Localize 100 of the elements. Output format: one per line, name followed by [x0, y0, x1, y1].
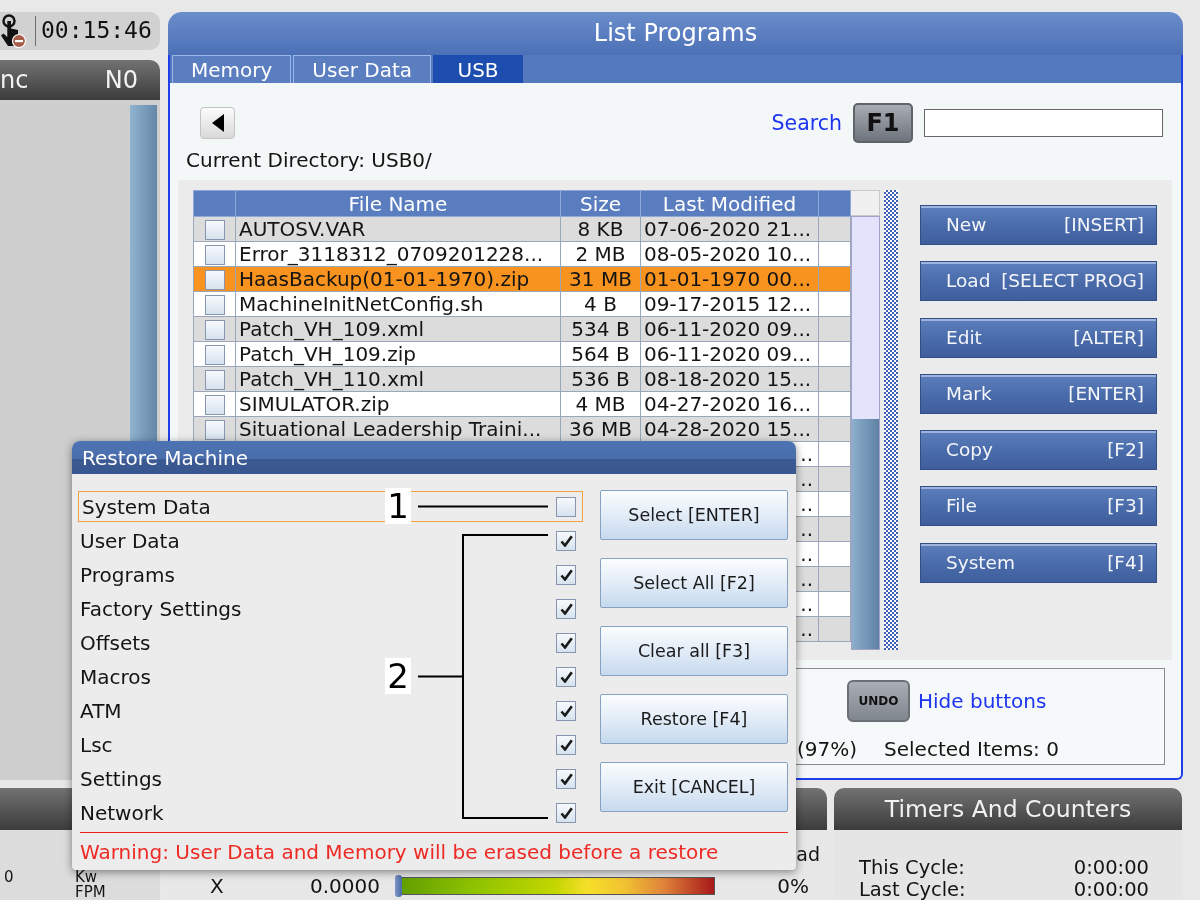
axis-label: X — [210, 874, 225, 898]
timer-label: Last Cycle: — [859, 878, 966, 900]
table-cell: Error_3118312_0709201228... — [235, 241, 561, 267]
item-checkbox[interactable] — [556, 802, 576, 823]
table-row[interactable]: Patch_VH_110.xml 536 B 08-18-2020 15... — [193, 366, 851, 392]
table-cell: 01-01-1970 00... — [640, 266, 819, 292]
action-button[interactable]: Edit [ALTER] — [920, 317, 1157, 358]
list-item[interactable]: Settings — [78, 766, 163, 791]
column-heading-fragment: ad — [796, 842, 820, 866]
dialog-button[interactable]: Clear all [F3] — [600, 626, 788, 676]
list-item[interactable]: Network — [78, 800, 164, 825]
undo-key[interactable]: UNDO — [847, 680, 910, 722]
table-cell: AUTOSV.VAR — [235, 216, 561, 242]
truncated-date-text: .. — [800, 491, 813, 516]
row-checkbox[interactable] — [204, 395, 225, 415]
list-item[interactable]: User Data — [78, 528, 180, 553]
clock-text: 00:15:46 — [41, 17, 152, 45]
load-reading: 0% — [776, 874, 810, 898]
tab[interactable]: Memory — [172, 55, 292, 83]
action-button[interactable]: File [F3] — [920, 486, 1157, 527]
table-row[interactable]: AUTOSV.VAR 8 KB 07-06-2020 21... — [193, 216, 851, 242]
dialog-button[interactable]: Select All [F2] — [600, 558, 788, 608]
timer-label: This Cycle: — [859, 857, 965, 879]
list-item[interactable]: Lsc — [78, 732, 113, 757]
back-button[interactable] — [200, 107, 235, 139]
item-checkbox[interactable] — [556, 530, 576, 551]
checkmark-icon — [559, 704, 573, 717]
list-item[interactable]: Programs — [78, 562, 175, 587]
truncated-date-text: .. — [800, 591, 813, 616]
search-link[interactable]: Search — [771, 110, 842, 136]
header-text: nc — [0, 65, 29, 95]
splitter-handle[interactable] — [884, 190, 898, 650]
action-button[interactable]: Copy [F2] — [920, 430, 1157, 471]
table-row[interactable]: MachineInitNetConfig.sh 4 B 09-17-2015 12... — [193, 291, 851, 317]
warning-text: Warning: User Data and Memory will be erased before a restore — [80, 839, 720, 866]
dialog-button[interactable]: Select [ENTER] — [600, 490, 788, 540]
tab[interactable]: USB — [433, 55, 524, 83]
dialog-button[interactable]: Exit [CANCEL] — [600, 762, 788, 812]
column-header: Size — [560, 190, 641, 217]
finger-minus-icon — [0, 14, 26, 48]
axis-position: 0.0000 — [309, 874, 380, 898]
row-checkbox[interactable] — [204, 420, 225, 440]
table-cell: 534 B — [560, 316, 641, 342]
item-checkbox[interactable] — [556, 768, 576, 789]
item-checkbox[interactable] — [556, 496, 576, 517]
table-row[interactable]: Patch_VH_109.xml 534 B 06-11-2020 09... — [193, 316, 851, 342]
list-item[interactable]: ATM — [78, 698, 122, 723]
scrollbar-thumb[interactable] — [852, 419, 879, 649]
truncated-date-text: .. — [800, 566, 813, 591]
table-cell: 08-05-2020 10... — [640, 241, 819, 267]
table-cell: 06-11-2020 09... — [640, 341, 819, 367]
item-checkbox[interactable] — [556, 700, 576, 721]
action-button[interactable]: Load [SELECT PROG] — [920, 261, 1157, 302]
table-row[interactable]: SIMULATOR.zip 4 MB 04-27-2020 16... — [193, 391, 851, 417]
table-cell: 31 MB — [560, 266, 641, 292]
usage-text: (97%) — [797, 738, 858, 760]
item-checkbox[interactable] — [556, 598, 576, 619]
dialog-button[interactable]: Restore [F4] — [600, 694, 788, 744]
row-checkbox[interactable] — [204, 245, 225, 265]
item-checkbox[interactable] — [556, 666, 576, 687]
action-button[interactable]: Mark [ENTER] — [920, 373, 1157, 414]
checkmark-icon — [559, 568, 573, 581]
checkmark-icon — [559, 806, 573, 819]
checkmark-icon — [559, 670, 573, 683]
table-row[interactable]: Patch_VH_109.zip 564 B 06-11-2020 09... — [193, 341, 851, 367]
row-checkbox[interactable] — [204, 220, 225, 240]
row-checkbox[interactable] — [204, 320, 225, 340]
truncated-date-text: .. — [800, 516, 813, 541]
truncated-date-text: .. — [800, 616, 813, 641]
selected-items-text: Selected Items: 0 — [884, 738, 1059, 760]
table-row[interactable]: HaasBackup(01-01-1970).zip 31 MB 01-01-1970 00... — [193, 266, 851, 292]
item-checkbox[interactable] — [556, 564, 576, 585]
table-cell: 07-06-2020 21... — [640, 216, 819, 242]
f1-key[interactable]: F1 — [853, 103, 913, 143]
row-checkbox[interactable] — [204, 370, 225, 390]
tab[interactable]: User Data — [293, 55, 432, 83]
table-cell: SIMULATOR.zip — [235, 391, 561, 417]
window-title: List Programs — [593, 19, 758, 48]
list-item[interactable]: Factory Settings — [78, 596, 242, 621]
item-checkbox[interactable] — [556, 734, 576, 755]
truncated-date-text: .. — [800, 466, 813, 491]
search-field[interactable] — [924, 109, 1163, 137]
table-cell: 4 B — [560, 291, 641, 317]
table-cell: HaasBackup(01-01-1970).zip — [235, 266, 561, 292]
table-cell: 04-27-2020 16... — [640, 391, 819, 417]
hide-buttons-link[interactable]: Hide buttons — [918, 689, 1047, 713]
table-row[interactable]: Error_3118312_0709201228... 2 MB 08-05-2020 10... — [193, 241, 851, 267]
row-checkbox[interactable] — [204, 295, 225, 315]
panel-title: Timers And Counters — [884, 794, 1132, 824]
row-checkbox[interactable] — [204, 270, 225, 290]
item-checkbox[interactable] — [556, 632, 576, 653]
checkmark-icon — [559, 772, 573, 785]
checkmark-icon — [559, 738, 573, 751]
list-item[interactable]: Offsets — [78, 630, 151, 655]
list-item[interactable]: Macros — [78, 664, 151, 689]
action-button[interactable]: System [F4] — [920, 542, 1157, 583]
table-row[interactable]: Situational Leadership Traini... 36 MB 04-28-2020 15... — [193, 416, 851, 442]
action-button[interactable]: New [INSERT] — [920, 205, 1157, 245]
unit-label: FPM — [75, 885, 106, 900]
row-checkbox[interactable] — [204, 345, 225, 365]
